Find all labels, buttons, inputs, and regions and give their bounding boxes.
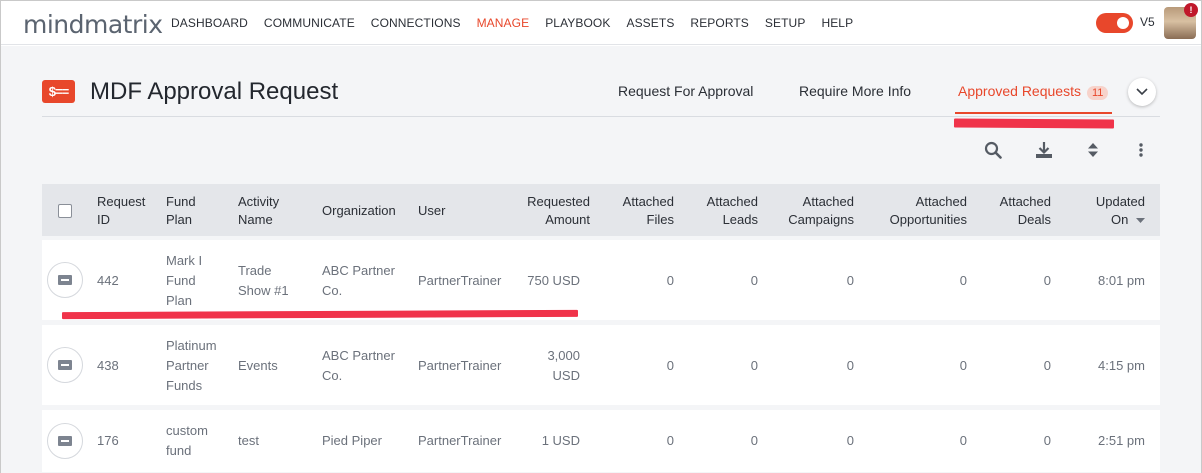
search-icon — [984, 141, 1002, 159]
nav-reports[interactable]: REPORTS — [690, 16, 749, 30]
cell-updated-on: 4:15 pm — [1098, 358, 1145, 373]
download-icon — [1036, 142, 1052, 158]
request-icon[interactable] — [47, 423, 83, 459]
column-header-request-id[interactable]: Request ID — [97, 193, 145, 229]
cell-fund-plan: Platinum Partner Funds — [166, 338, 217, 393]
column-header-attached-leads[interactable]: Attached Leads — [678, 193, 758, 229]
count-badge: 11 — [1086, 86, 1109, 100]
mindmatrix-logo[interactable]: mindmatrix — [23, 10, 163, 39]
nav-playbook[interactable]: PLAYBOOK — [545, 16, 610, 30]
more-options-button[interactable] — [1131, 140, 1151, 160]
select-all-checkbox[interactable] — [58, 204, 72, 218]
cell-user: PartnerTrainer — [418, 433, 502, 448]
nav-manage[interactable]: MANAGE — [477, 16, 530, 30]
cell-attached-campaigns: 0 — [846, 273, 854, 288]
cell-requested-amount: 750 USD — [527, 273, 580, 288]
cell-attached-opportunities: 0 — [959, 273, 967, 288]
nav-connections[interactable]: CONNECTIONS — [371, 16, 461, 30]
tab-request-for-approval[interactable]: Request For Approval — [618, 83, 753, 99]
sort-desc-icon — [1136, 218, 1145, 223]
cell-user: PartnerTrainer — [418, 358, 502, 373]
cell-attached-deals: 0 — [1043, 273, 1051, 288]
cell-updated-on: 8:01 pm — [1098, 273, 1145, 288]
download-button[interactable] — [1034, 140, 1054, 160]
column-header-requested-amount[interactable]: Requested Amount — [490, 193, 590, 229]
cell-attached-files: 0 — [666, 273, 674, 288]
collapse-button[interactable] — [1128, 78, 1156, 106]
user-avatar[interactable]: ! — [1164, 3, 1198, 39]
column-header-fund-plan[interactable]: Fund Plan — [166, 193, 196, 229]
column-header-attached-campaigns[interactable]: Attached Campaigns — [764, 193, 854, 229]
version-toggle[interactable] — [1096, 13, 1133, 33]
divider — [42, 116, 1160, 117]
cell-attached-deals: 0 — [1043, 358, 1051, 373]
nav-help[interactable]: HELP — [821, 16, 853, 30]
page-title: MDF Approval Request — [90, 78, 339, 105]
main-menu: DASHBOARD COMMUNICATE CONNECTIONS MANAGE… — [171, 1, 869, 45]
chevron-down-icon — [1136, 88, 1148, 96]
more-vertical-icon — [1139, 143, 1143, 157]
annotation-highlight — [953, 118, 1115, 129]
nav-setup[interactable]: SETUP — [765, 16, 806, 30]
notification-badge: ! — [1184, 3, 1198, 17]
cell-requested-amount: 3,000 USD — [547, 348, 580, 383]
mdf-money-icon: $== — [42, 80, 75, 103]
sort-button[interactable] — [1083, 140, 1103, 160]
active-tab-indicator — [955, 112, 1112, 114]
cell-fund-plan: custom fund — [166, 423, 208, 458]
request-icon[interactable] — [47, 262, 83, 298]
cell-activity-name: Trade Show #1 — [238, 263, 289, 298]
version-label: V5 — [1140, 15, 1155, 29]
column-header-attached-opportunities[interactable]: Attached Opportunities — [861, 193, 967, 229]
cell-attached-opportunities: 0 — [959, 358, 967, 373]
cell-user: PartnerTrainer — [418, 273, 502, 288]
cell-activity-name: test — [238, 433, 259, 448]
search-button[interactable] — [983, 140, 1003, 160]
cell-attached-leads: 0 — [750, 273, 758, 288]
sort-icon — [1088, 143, 1098, 157]
tab-approved-requests[interactable]: Approved Requests 11 — [958, 83, 1109, 100]
column-header-user[interactable]: User — [418, 202, 445, 220]
nav-communicate[interactable]: COMMUNICATE — [264, 16, 355, 30]
cell-request-id: 176 — [97, 433, 119, 448]
column-header-updated-on[interactable]: Updated On — [1061, 193, 1145, 229]
cell-attached-campaigns: 0 — [846, 358, 854, 373]
cell-attached-campaigns: 0 — [846, 433, 854, 448]
tab-label: Approved Requests — [958, 83, 1081, 99]
cell-attached-deals: 0 — [1043, 433, 1051, 448]
column-header-organization[interactable]: Organization — [322, 202, 396, 220]
cell-requested-amount: 1 USD — [541, 433, 580, 448]
cell-organization: Pied Piper — [322, 433, 382, 448]
cell-organization: ABC Partner Co. — [322, 348, 395, 383]
cell-fund-plan: Mark I Fund Plan — [166, 253, 203, 308]
tab-require-more-info[interactable]: Require More Info — [799, 83, 911, 99]
cell-attached-leads: 0 — [750, 433, 758, 448]
cell-attached-files: 0 — [666, 358, 674, 373]
cell-attached-leads: 0 — [750, 358, 758, 373]
cell-attached-opportunities: 0 — [959, 433, 967, 448]
cell-attached-files: 0 — [666, 433, 674, 448]
column-header-activity-name[interactable]: Activity Name — [238, 193, 279, 229]
column-header-attached-files[interactable]: Attached Files — [594, 193, 674, 229]
nav-dashboard[interactable]: DASHBOARD — [171, 16, 248, 30]
cell-request-id: 442 — [97, 273, 119, 288]
top-navigation: mindmatrix DASHBOARD COMMUNICATE CONNECT… — [1, 1, 1201, 45]
column-header-attached-deals[interactable]: Attached Deals — [971, 193, 1051, 229]
cell-request-id: 438 — [97, 358, 119, 373]
cell-organization: ABC Partner Co. — [322, 263, 395, 298]
cell-activity-name: Events — [238, 358, 278, 373]
nav-assets[interactable]: ASSETS — [626, 16, 674, 30]
request-icon[interactable] — [47, 347, 83, 383]
cell-updated-on: 2:51 pm — [1098, 433, 1145, 448]
